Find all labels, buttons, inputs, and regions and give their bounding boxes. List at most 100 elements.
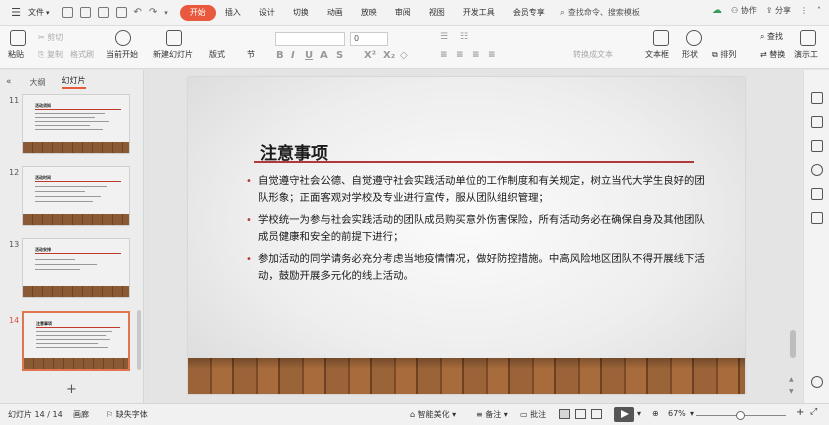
add-slide-icon[interactable]: + xyxy=(66,382,77,397)
chevron-down-icon[interactable]: ▾ xyxy=(637,409,641,418)
collapse-ribbon-icon[interactable]: ˄ xyxy=(817,6,821,15)
superscript-icon[interactable]: X² xyxy=(364,50,376,61)
settings-icon[interactable] xyxy=(811,376,823,388)
format-painter-button[interactable]: 格式刷 xyxy=(70,49,94,60)
shape-icon[interactable] xyxy=(686,30,702,46)
collapse-pane-icon[interactable]: « xyxy=(6,77,12,87)
print-preview-icon[interactable] xyxy=(115,7,127,18)
tab-member[interactable]: 会员专享 xyxy=(504,5,554,21)
font-size-select[interactable]: 0 xyxy=(350,32,388,46)
convert-to-text-button[interactable]: 转换成文本 xyxy=(573,49,613,60)
new-slide-icon[interactable] xyxy=(166,30,182,46)
normal-view-icon[interactable] xyxy=(559,409,570,419)
bold-icon[interactable]: B xyxy=(276,50,284,61)
font-family-select[interactable] xyxy=(275,32,345,46)
tab-developer[interactable]: 开发工具 xyxy=(454,5,504,21)
slide-thumbnail-12[interactable]: 活动时间 xyxy=(22,166,130,226)
tab-review[interactable]: 审阅 xyxy=(386,5,420,21)
tab-slideshow[interactable]: 放映 xyxy=(352,5,386,21)
cloud-sync-icon[interactable]: ☁ xyxy=(712,5,722,16)
subscript-icon[interactable]: X₂ xyxy=(383,50,395,61)
zoom-slider-knob[interactable] xyxy=(736,411,745,420)
find-button[interactable]: ⌕ 查找 xyxy=(760,31,783,42)
undo-icon[interactable]: ↶ xyxy=(134,7,142,18)
tab-slides[interactable]: 幻灯片 xyxy=(61,75,86,89)
tab-transitions[interactable]: 切换 xyxy=(284,5,318,21)
scroll-up-icon[interactable]: ▲ xyxy=(789,376,794,383)
font-color-icon[interactable]: A xyxy=(320,50,328,61)
zoom-in-icon[interactable]: + xyxy=(796,407,804,418)
slide-thumbnail-14[interactable]: 注意事项 xyxy=(22,311,130,371)
export-pdf-icon[interactable] xyxy=(79,7,91,18)
numbered-list-icon[interactable]: ☷ xyxy=(460,32,468,42)
pin-icon[interactable] xyxy=(811,116,823,128)
reading-view-icon[interactable] xyxy=(591,409,602,419)
section-button[interactable]: 节 xyxy=(247,49,255,60)
theme-name[interactable]: 画廊 xyxy=(73,409,89,420)
tab-outline[interactable]: 大纲 xyxy=(30,77,46,88)
menu-icon[interactable]: ☰ xyxy=(8,5,24,21)
tab-view[interactable]: 视图 xyxy=(420,5,454,21)
animation-pane-icon[interactable] xyxy=(811,188,823,200)
image-icon[interactable] xyxy=(811,212,823,224)
zoom-level[interactable]: 67% xyxy=(668,409,686,418)
paste-button[interactable]: 粘贴 xyxy=(8,49,24,60)
new-slide-button[interactable]: 新建幻灯片 xyxy=(153,49,193,60)
redo-icon[interactable]: ↷ xyxy=(149,7,157,18)
pane-scrollbar[interactable] xyxy=(137,310,141,370)
save-icon[interactable] xyxy=(61,7,73,18)
collab-button[interactable]: ⚇ 协作 xyxy=(731,5,757,16)
object-attributes-icon[interactable] xyxy=(811,140,823,152)
more-icon[interactable]: ⋮ xyxy=(800,6,808,15)
underline-icon[interactable]: U xyxy=(305,50,313,61)
align-right-icon[interactable]: ≡ xyxy=(472,50,480,60)
play-from-current-icon[interactable] xyxy=(115,30,131,46)
chevron-down-icon[interactable]: ▾ xyxy=(690,409,694,418)
beautify-button[interactable]: ⌂ 智能美化 ▾ xyxy=(410,409,456,420)
bullet-list-icon[interactable]: ☰ xyxy=(440,32,448,42)
copy-button[interactable]: ⎘ 复制 xyxy=(38,49,63,60)
fit-window-icon[interactable]: ⊕ xyxy=(652,409,659,418)
align-left-icon[interactable]: ≡ xyxy=(440,50,448,60)
file-menu[interactable]: 文件 ▾ xyxy=(28,7,50,18)
current-slide[interactable]: 注意事项 • 自觉遵守社会公德、自觉遵守社会实践活动单位的工作制度和有关规定，树立… xyxy=(188,77,745,394)
fullscreen-icon[interactable]: ⤢ xyxy=(810,407,817,417)
slide-thumbnail-13[interactable]: 活动安排 xyxy=(22,238,130,298)
share-button[interactable]: ⇪ 分享 xyxy=(766,5,791,16)
print-icon[interactable] xyxy=(97,7,109,18)
align-center-icon[interactable]: ≡ xyxy=(456,50,464,60)
text-box-icon[interactable] xyxy=(653,30,669,46)
bullet-list[interactable]: • 自觉遵守社会公德、自觉遵守社会实践活动单位的工作制度和有关规定，树立当代大学生… xyxy=(246,173,708,290)
cut-button[interactable]: ✂ 剪切 xyxy=(38,32,63,43)
paste-icon[interactable] xyxy=(10,30,26,46)
comments-button[interactable]: ▭ 批注 xyxy=(520,409,546,420)
canvas-scrollbar[interactable] xyxy=(790,330,796,358)
play-from-current-button[interactable]: 当前开始 xyxy=(106,49,138,60)
slideshow-play-button[interactable] xyxy=(614,407,634,422)
presentation-tools-button[interactable]: 演示工 xyxy=(794,49,818,60)
justify-icon[interactable]: ≡ xyxy=(488,50,496,60)
scroll-down-icon[interactable]: ▼ xyxy=(789,388,794,395)
notes-button[interactable]: ≡ 备注 ▾ xyxy=(476,409,508,420)
strikethrough-icon[interactable]: S xyxy=(336,50,343,61)
slide-thumbnail-11[interactable]: 活动须知 xyxy=(22,94,130,154)
shape-button[interactable]: 形状 xyxy=(682,49,698,60)
text-box-button[interactable]: 文本框 xyxy=(645,49,669,60)
thumb-text-line xyxy=(35,191,85,192)
missing-font-button[interactable]: ⚐ 缺失字体 xyxy=(106,409,148,420)
presentation-tools-icon[interactable] xyxy=(800,30,816,46)
chevron-down-icon[interactable]: ▾ xyxy=(164,9,168,17)
tab-animation[interactable]: 动画 xyxy=(318,5,352,21)
arrange-button[interactable]: ⧉ 排列 xyxy=(712,49,736,60)
clear-format-icon[interactable]: ◇ xyxy=(400,50,408,61)
tab-home[interactable]: 开始 xyxy=(179,4,216,21)
tab-insert[interactable]: 插入 xyxy=(216,5,250,21)
layout-button[interactable]: 版式 xyxy=(209,49,225,60)
replace-button[interactable]: ⇄ 替换 xyxy=(760,49,785,60)
italic-icon[interactable]: I xyxy=(291,50,295,61)
help-icon[interactable] xyxy=(811,164,823,176)
sidebar-toggle-icon[interactable] xyxy=(811,92,823,104)
command-search[interactable]: ⌕ 查找命令、搜索模板 xyxy=(560,7,640,18)
slide-sorter-icon[interactable] xyxy=(575,409,586,419)
tab-design[interactable]: 设计 xyxy=(250,5,284,21)
